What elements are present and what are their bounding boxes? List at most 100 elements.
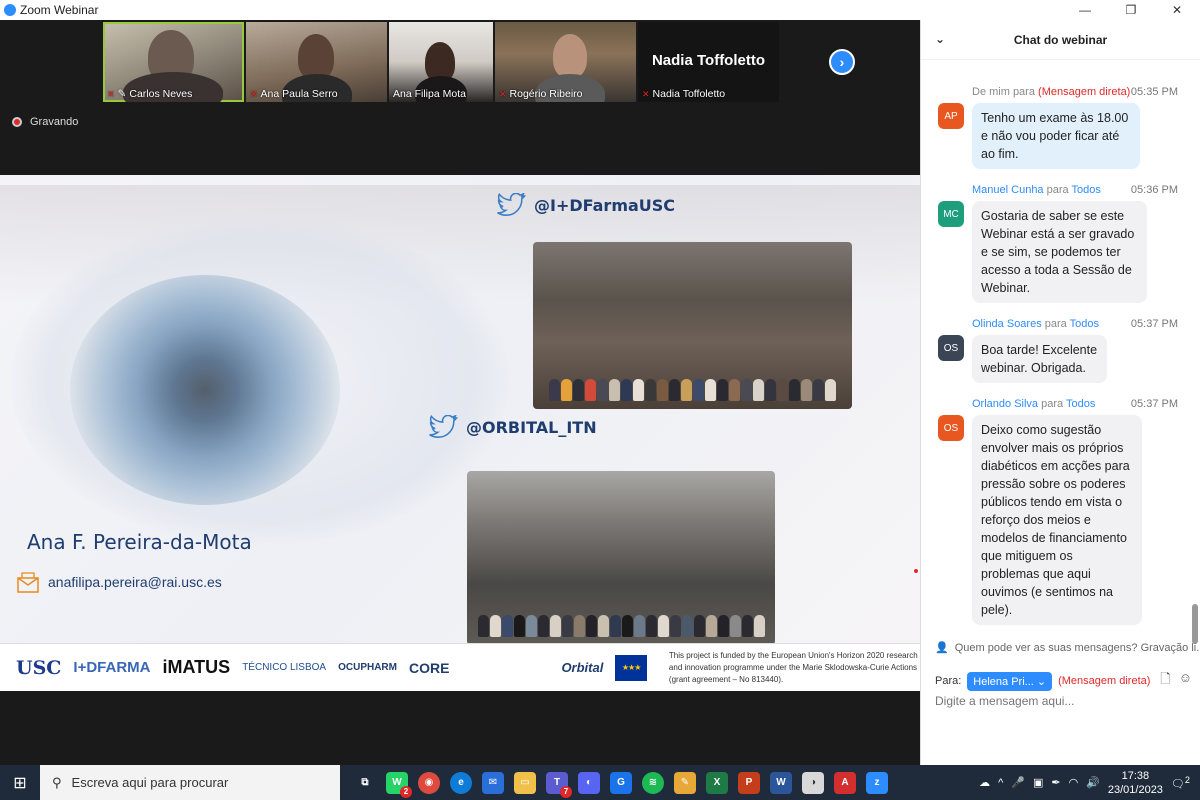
weather-icon[interactable]: ☁	[979, 776, 990, 789]
recipient-select[interactable]: Helena Pri... ⌄	[967, 671, 1053, 691]
zoom-icon[interactable]: z	[866, 771, 888, 794]
wifi-icon[interactable]: ◠	[1069, 776, 1079, 789]
participant-video	[553, 34, 587, 78]
mic-muted-icon: ✕	[107, 88, 115, 99]
next-page-button[interactable]: ›	[829, 49, 855, 75]
ocupharm-logo: OCUPHARM	[338, 662, 397, 673]
chat-recipient-row: Para: Helena Pri... ⌄ (Mensagem direta) …	[935, 670, 1192, 692]
message-meta: Orlando Silva para Todos	[972, 398, 1096, 410]
excel-icon[interactable]: X	[706, 771, 728, 794]
mic-muted-icon: ✕	[499, 88, 507, 99]
close-button[interactable]: ✕	[1154, 0, 1200, 20]
zoom-logo-icon	[4, 4, 16, 16]
message-time: 05:37 PM	[1130, 398, 1178, 410]
microphone-icon[interactable]: 🎤	[1011, 776, 1025, 789]
orbital-logo: Orbital	[561, 660, 604, 675]
chrome-icon[interactable]: ◉	[418, 771, 440, 794]
pointer-dot	[913, 568, 919, 574]
message-bubble[interactable]: Boa tarde! Excelente webinar. Obrigada.	[972, 335, 1107, 383]
chat-title: Chat do webinar	[1013, 32, 1108, 47]
file-explorer-icon[interactable]: ▭	[514, 771, 536, 794]
eu-flag-icon: ★★★	[615, 654, 647, 681]
window-controls: — ❐ ✕	[1062, 0, 1200, 20]
file-icon[interactable]: 🗋	[1160, 670, 1170, 692]
group-photo-usc	[533, 242, 852, 409]
display-icon[interactable]: ▣	[1033, 776, 1043, 789]
edge-icon[interactable]: e	[450, 771, 472, 794]
participant-tile[interactable]: Ana Filipa Mota	[389, 22, 493, 102]
meeting-area: ✕ ✎ Carlos Neves ✕ Ana Paula Serro Ana Fili…	[0, 20, 920, 765]
emoji-icon[interactable]: ☺	[1179, 670, 1192, 692]
participant-tile[interactable]: ✕ Rogério Ribeiro	[495, 22, 636, 102]
mail-app-icon[interactable]: ✉	[482, 771, 504, 794]
chevron-down-icon: ⌄	[1036, 675, 1047, 688]
avatar: AP	[938, 103, 964, 129]
direct-message-label: (Mensagem direta)	[1058, 675, 1151, 687]
message-time: 05:37 PM	[1130, 318, 1178, 330]
tecnico-lisboa-logo: TÉCNICO LISBOA	[242, 662, 327, 673]
teams-icon[interactable]: T7	[546, 771, 572, 798]
participant-tile[interactable]: Nadia Toffoletto ✕ Nadia Toffoletto	[638, 22, 779, 102]
photo-crowd	[533, 309, 852, 409]
chat-header: ⌄ Chat do webinar	[921, 20, 1200, 60]
chat-input[interactable]	[935, 694, 1185, 708]
powerpoint-icon[interactable]: P	[738, 771, 760, 794]
system-tray: ☁ ^ 🎤 ▣ ✒ ◠ 🔊 17:38 23/01/2023 🗨2	[979, 765, 1200, 800]
shared-screen: @I+DFarmaUSC @ORBITAL_ITN Ana F. Pereira…	[0, 175, 920, 691]
message-bubble[interactable]: Tenho um exame às 18.00 e não vou poder …	[972, 103, 1140, 169]
core-logo: CORE	[408, 659, 450, 676]
usc-logo: USC	[16, 656, 62, 679]
avatar: OS	[938, 335, 964, 361]
minimize-button[interactable]: —	[1062, 0, 1108, 20]
recording-label: Gravando	[30, 116, 79, 128]
maximize-button[interactable]: ❐	[1108, 0, 1154, 20]
paint-icon[interactable]: ✎	[674, 771, 696, 794]
discord-icon[interactable]: ◐	[578, 771, 600, 794]
photo-crowd	[467, 541, 775, 645]
pen-icon[interactable]: ✒	[1051, 776, 1060, 789]
participant-tile[interactable]: ✕ ✎ Carlos Neves	[103, 22, 244, 102]
windows-start-icon[interactable]: ⊞	[0, 765, 40, 800]
acrobat-icon[interactable]: A	[834, 771, 856, 794]
presenter-email: anafilipa.pereira@rai.usc.es	[16, 571, 222, 593]
search-icon: ⚲	[52, 774, 62, 790]
photos-icon[interactable]: ◑	[802, 771, 824, 794]
chevron-up-icon[interactable]: ^	[998, 777, 1003, 789]
participant-name: Ana Filipa Mota	[393, 88, 466, 100]
word-icon[interactable]: W	[770, 771, 792, 794]
chat-privacy-notice[interactable]: 👤 Quem pode ver as suas mensagens? Grava…	[935, 641, 1200, 655]
message-bubble[interactable]: Gostaria de saber se este Webinar está a…	[972, 201, 1147, 303]
chat-messages: De mim para (Mensagem direta) 05:35 PM A…	[921, 60, 1186, 645]
chevron-down-icon[interactable]: ⌄	[935, 32, 945, 46]
spotify-icon[interactable]: ≋	[642, 771, 664, 794]
clock[interactable]: 17:38 23/01/2023	[1108, 769, 1163, 797]
scrollbar-thumb[interactable]	[1192, 604, 1198, 644]
message-time: 05:35 PM	[1130, 86, 1178, 98]
avatar: OS	[938, 415, 964, 441]
mic-muted-icon: ✕	[250, 88, 258, 99]
participant-name: ✕ Rogério Ribeiro	[499, 88, 583, 100]
taskbar-search[interactable]: ⚲ Escreva aqui para procurar	[40, 765, 340, 800]
participant-tile[interactable]: ✕ Ana Paula Serro	[246, 22, 387, 102]
pin-icon: ✎	[117, 88, 127, 100]
mail-icon	[17, 572, 39, 593]
message-meta: Olinda Soares para Todos	[972, 318, 1100, 330]
message-input[interactable]	[935, 694, 1185, 708]
message-time: 05:36 PM	[1130, 184, 1178, 196]
iris-image	[70, 275, 340, 505]
chat-scrollbar[interactable]	[1192, 64, 1198, 644]
mic-muted-icon: ✕	[642, 88, 650, 99]
notifications-icon[interactable]: 🗨2	[1171, 775, 1190, 791]
volume-icon[interactable]: 🔊	[1086, 776, 1100, 789]
to-label: Para:	[935, 675, 962, 687]
group-photo-orbital	[467, 471, 775, 645]
message-bubble[interactable]: Deixo como sugestão envolver mais os pró…	[972, 415, 1142, 625]
record-icon	[12, 117, 22, 127]
pinned-apps: ⧉ W2 ◉ e ✉ ▭ T7 ◐ G ≋ ✎ X P W ◑ A z	[354, 771, 888, 798]
task-view-icon[interactable]: ⧉	[354, 772, 376, 794]
participant-name: ✕ ✎ Carlos Neves	[107, 88, 193, 100]
whatsapp-icon[interactable]: W2	[386, 771, 412, 798]
calculator-icon[interactable]: G	[610, 771, 632, 794]
recording-indicator[interactable]: Gravando	[12, 116, 78, 128]
chat-tools: 🗋 ☺	[1160, 670, 1192, 692]
